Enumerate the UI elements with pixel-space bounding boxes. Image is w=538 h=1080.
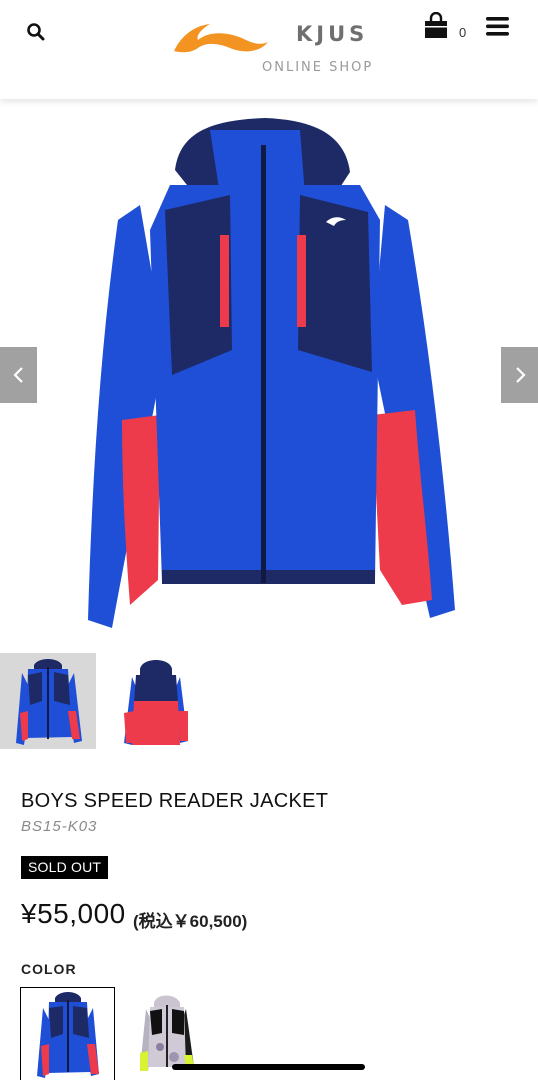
cart-count: 0 <box>459 25 467 40</box>
shopping-bag-icon <box>425 11 447 38</box>
search-icon <box>27 23 45 41</box>
home-indicator[interactable] <box>172 1064 365 1070</box>
thumbnail-back[interactable] <box>108 653 204 749</box>
product-price: ¥55,000 <box>21 898 126 929</box>
next-image-button[interactable] <box>501 347 538 403</box>
search-button[interactable] <box>24 20 48 44</box>
cart-button[interactable] <box>422 11 450 40</box>
chevron-left-icon <box>12 367 23 383</box>
prev-image-button[interactable] <box>0 347 37 403</box>
sold-out-badge: SOLD OUT <box>21 856 109 879</box>
chevron-right-icon <box>515 367 526 383</box>
brand-subtitle: ONLINE SHOP <box>262 60 374 75</box>
product-price-with-tax: (税込￥60,500) <box>133 912 248 931</box>
logo-swoosh-icon <box>174 24 268 53</box>
thumbnail-front[interactable] <box>0 653 96 749</box>
menu-button[interactable] <box>485 16 511 38</box>
color-label: COLOR <box>21 961 77 977</box>
product-code: BS15-K03 <box>21 818 98 835</box>
site-header: KJUS ONLINE SHOP 0 <box>0 0 538 99</box>
brand-name: KJUS <box>296 22 369 46</box>
brand-logo[interactable]: KJUS ONLINE SHOP <box>170 14 380 84</box>
product-title: BOYS SPEED READER JACKET <box>21 790 329 812</box>
product-main-image[interactable] <box>0 100 538 645</box>
hamburger-menu-icon <box>486 17 509 36</box>
color-swatch-blue[interactable] <box>20 987 115 1080</box>
